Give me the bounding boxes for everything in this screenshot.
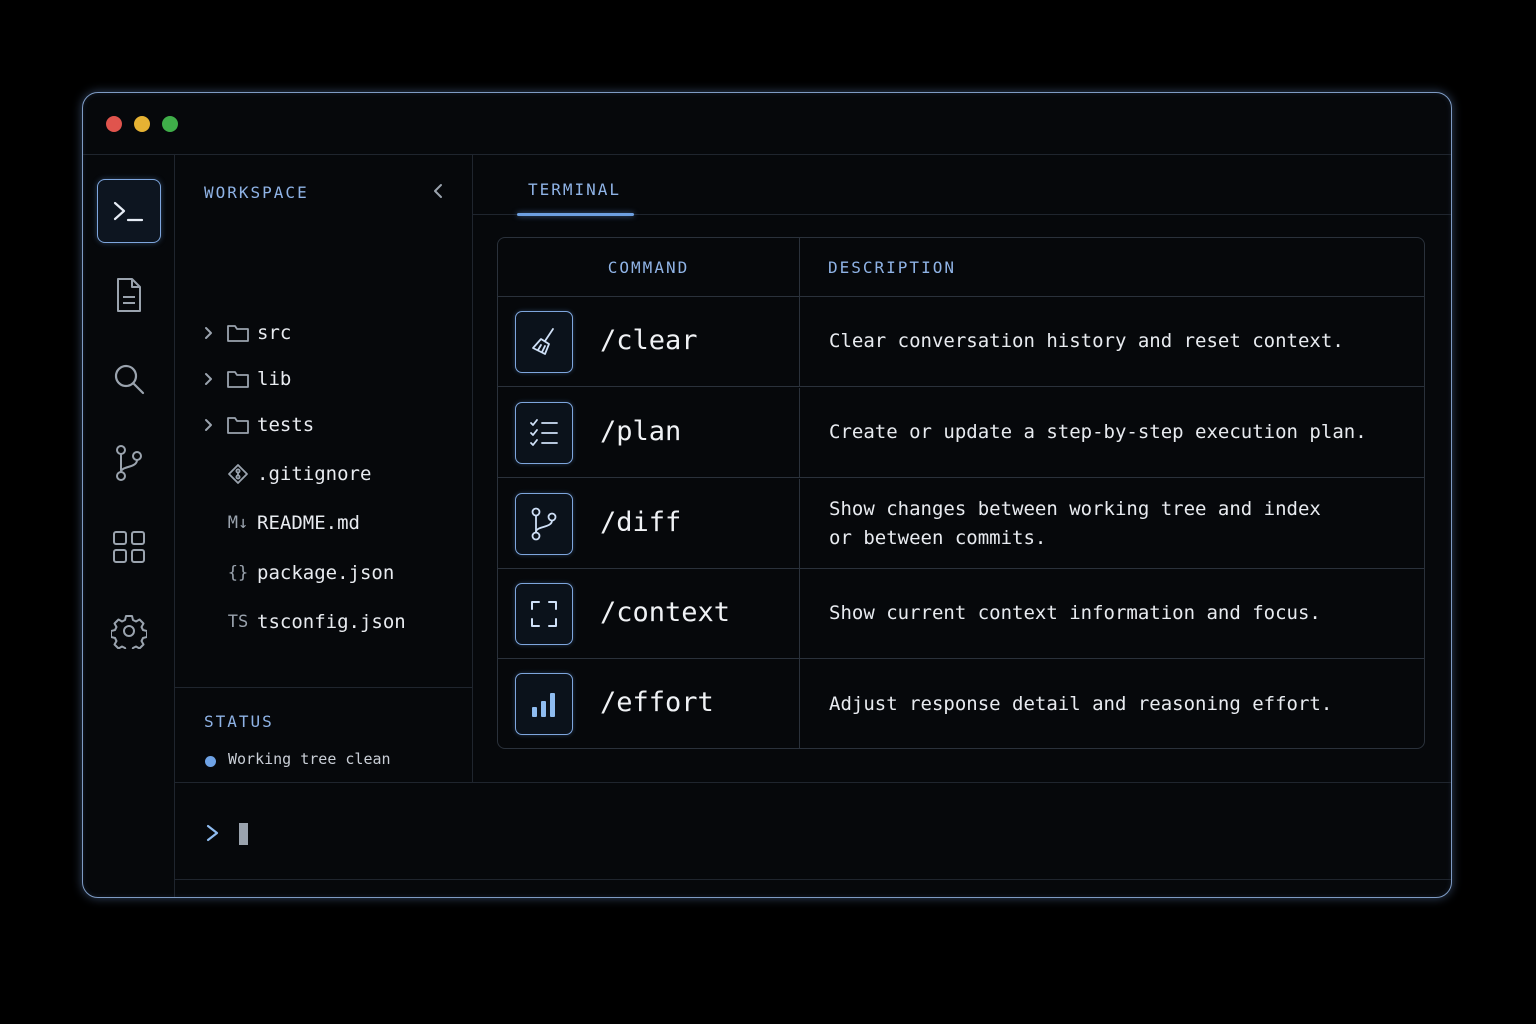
table-row[interactable]: /context Show current context informatio… (498, 569, 1424, 659)
title-bar (83, 93, 1451, 155)
tree-item-label: tsconfig.json (257, 611, 406, 633)
command-description: Adjust response detail and reasoning eff… (829, 692, 1333, 715)
activity-bar (83, 155, 175, 897)
command-cell: /plan (498, 388, 800, 477)
git-file-icon (219, 463, 257, 485)
markdown-icon: M↓ (227, 513, 249, 533)
command-description: Create or update a step-by-step executio… (829, 421, 1367, 443)
folder-icon (219, 415, 257, 435)
command-icon-box (515, 311, 573, 373)
app-window: WORKSPACE src lib tests .gitignore M↓ RE… (82, 92, 1452, 898)
command-description: Clear conversation history and reset con… (829, 330, 1344, 352)
command-cell: /context (498, 569, 800, 658)
activity-source-control-button[interactable] (97, 431, 161, 495)
git-branch-icon (116, 445, 142, 481)
tree-item-label: .gitignore (257, 463, 372, 485)
tab-label: TERMINAL (528, 180, 622, 199)
chevron-right-icon (203, 418, 219, 432)
close-window-button[interactable] (106, 116, 122, 132)
folder-icon (219, 323, 257, 343)
command-name: /clear (600, 325, 698, 356)
terminal-icon (113, 201, 144, 222)
tree-item-lib[interactable]: lib (203, 365, 291, 393)
column-header-description: DESCRIPTION (800, 238, 1424, 297)
status-panel: STATUS Working tree clean (175, 687, 473, 781)
tree-item-label: lib (257, 368, 292, 390)
divider (175, 879, 1451, 880)
chevron-right-icon (203, 326, 219, 340)
main-panel: TERMINAL COMMAND DESCRIPTION /clear Clea… (473, 155, 1451, 782)
terminal-input-area[interactable] (175, 782, 1451, 897)
chevron-right-icon (203, 372, 219, 386)
command-name: /diff (600, 507, 682, 538)
table-row[interactable]: /plan Create or update a step-by-step ex… (498, 388, 1424, 478)
checklist-icon (530, 419, 558, 446)
tree-item-readme[interactable]: M↓ README.md (203, 509, 360, 537)
tree-item-label: package.json (257, 562, 395, 584)
command-cell: /clear (498, 297, 800, 386)
activity-explorer-button[interactable] (97, 263, 161, 327)
focus-frame-icon (531, 601, 557, 627)
table-row[interactable]: /diff Show changes between working tree … (498, 479, 1424, 569)
tree-item-src[interactable]: src (203, 319, 291, 347)
tree-item-package-json[interactable]: {} package.json (203, 559, 395, 587)
table-row[interactable]: /effort Adjust response detail and reaso… (498, 659, 1424, 748)
collapse-sidebar-button[interactable] (431, 181, 445, 205)
git-branch-icon (531, 507, 557, 541)
command-icon-box (515, 402, 573, 464)
command-icon-box (515, 493, 573, 555)
tree-item-tsconfig[interactable]: TS tsconfig.json (203, 608, 406, 636)
tree-item-label: tests (257, 414, 315, 436)
tree-item-gitignore[interactable]: .gitignore (203, 460, 371, 488)
activity-terminal-button[interactable] (97, 179, 161, 243)
json-icon: {} (227, 563, 249, 583)
command-cell: /effort (498, 659, 800, 748)
prompt-icon (205, 823, 221, 847)
activity-settings-button[interactable] (97, 599, 161, 663)
chevron-left-icon (434, 184, 442, 198)
status-indicator (205, 756, 216, 767)
text-cursor (239, 823, 248, 845)
sidebar-title: WORKSPACE (204, 183, 309, 202)
file-icon (117, 278, 141, 312)
status-title: STATUS (204, 712, 274, 731)
activity-search-button[interactable] (97, 347, 161, 411)
command-icon-box (515, 583, 573, 645)
status-text: Working tree clean (228, 750, 391, 768)
command-name: /effort (600, 687, 714, 718)
command-description: Show current context information and foc… (829, 602, 1321, 624)
minimize-window-button[interactable] (134, 116, 150, 132)
commands-table: COMMAND DESCRIPTION /clear Clear convers… (497, 237, 1425, 749)
tab-bar: TERMINAL (473, 155, 1451, 216)
typescript-icon: TS (227, 612, 249, 632)
maximize-window-button[interactable] (162, 116, 178, 132)
command-icon-box (515, 673, 573, 735)
broom-icon (532, 328, 554, 355)
folder-icon (219, 369, 257, 389)
search-icon (114, 364, 145, 395)
tree-item-label: README.md (257, 512, 360, 534)
column-header-command: COMMAND (498, 238, 800, 297)
tab-terminal[interactable]: TERMINAL (517, 155, 634, 216)
command-cell: /diff (498, 479, 800, 568)
active-tab-indicator (517, 213, 634, 216)
bar-chart-icon (532, 693, 555, 717)
command-name: /context (600, 597, 731, 628)
activity-extensions-button[interactable] (97, 515, 161, 579)
table-row[interactable]: /clear Clear conversation history and re… (498, 297, 1424, 387)
grid-icon (113, 531, 145, 563)
gear-icon (111, 615, 147, 649)
tree-item-tests[interactable]: tests (203, 411, 314, 439)
command-description: Show changes between working tree and in… (829, 497, 1321, 549)
tree-item-label: src (257, 322, 292, 344)
command-name: /plan (600, 416, 682, 447)
